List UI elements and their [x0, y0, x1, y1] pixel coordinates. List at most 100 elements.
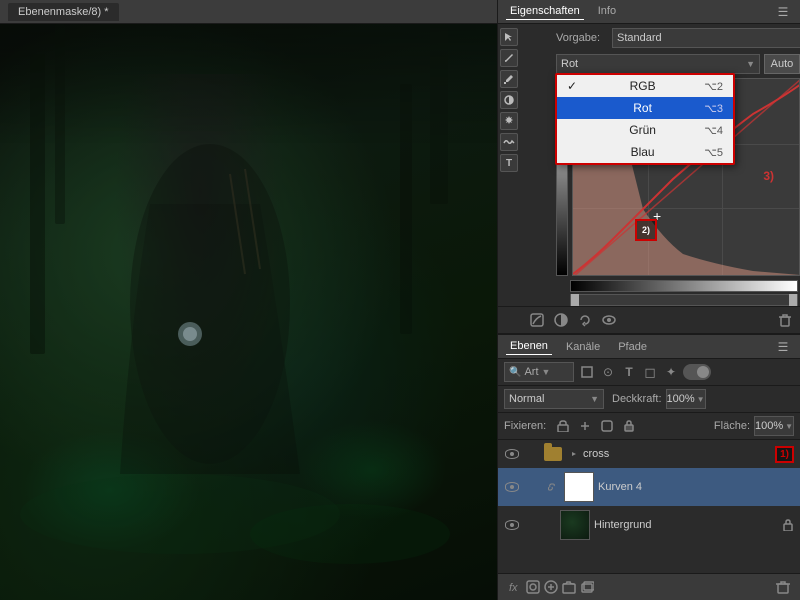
layers-tab-bar: Ebenen Kanäle Pfade ☰ [498, 335, 800, 359]
tab-eigenschaften[interactable]: Eigenschaften [506, 3, 584, 20]
folder-tab [544, 443, 552, 448]
opacity-arrow: ▼ [697, 395, 705, 404]
fill-arrow: ▼ [785, 422, 793, 431]
lock-artboard-icon[interactable] [598, 417, 616, 435]
add-layer-svg [580, 580, 594, 594]
tab-kanaele[interactable]: Kanäle [562, 339, 604, 355]
lock-icons [554, 417, 638, 435]
slider-handle-right[interactable] [789, 294, 797, 306]
canvas-tab[interactable]: Ebenenmaske/8) * [8, 3, 119, 21]
channel-option-blau-shortcut: ⌥5 [704, 146, 723, 159]
curves-edit-tool[interactable] [500, 49, 518, 67]
annotation-1-box: 1) [775, 446, 794, 463]
layer-mode-row: Normal ▼ Deckkraft: 100% ▼ [498, 386, 800, 413]
tab-pfade[interactable]: Pfade [614, 339, 651, 355]
curves-text-tool[interactable]: T [500, 154, 518, 172]
tab-ebenen[interactable]: Ebenen [506, 338, 552, 355]
lock-all-svg [623, 420, 635, 432]
fill-value[interactable]: 100% ▼ [754, 416, 794, 436]
annotation-3-label: 3) [763, 169, 774, 183]
lock-row: Fixieren: Fläche: 100% ▼ [498, 413, 800, 440]
eye-icon-action[interactable] [600, 311, 618, 329]
add-layer-icon[interactable] [578, 578, 596, 596]
group-cross-name: cross [583, 448, 771, 460]
darken-icon [503, 94, 515, 106]
blend-mode-dropdown[interactable]: Normal ▼ [504, 389, 604, 409]
curves-lighten-tool[interactable] [500, 112, 518, 130]
layer-link-kurven4[interactable] [544, 479, 560, 495]
annotation-box-2: 2) [635, 219, 657, 241]
lock-position-icon[interactable] [576, 417, 594, 435]
artboard-svg [601, 420, 613, 432]
expand-icon[interactable] [569, 449, 579, 459]
filter-icon-type[interactable]: T [620, 363, 638, 381]
layer-lock-hintergrund [782, 519, 794, 531]
curves-smooth-tool[interactable] [500, 133, 518, 151]
filter-toggle[interactable] [683, 364, 711, 380]
presets-label: Vorgabe: [556, 32, 606, 44]
channel-option-gruen-shortcut: ⌥4 [704, 124, 723, 137]
channel-dropdown[interactable]: Rot ▼ ✓ RGB ⌥2 Rot [556, 54, 760, 74]
lock-label: Fixieren: [504, 420, 546, 432]
lock-pixels-icon[interactable] [554, 417, 572, 435]
canvas-area: Ebenenmaske/8) * [0, 0, 497, 600]
layer-kurven4[interactable]: Kurven 4 [498, 468, 800, 506]
layer-visibility-cross[interactable] [504, 446, 520, 462]
panel-menu-icon[interactable]: ☰ [774, 3, 792, 21]
refresh-icon[interactable] [576, 311, 594, 329]
layer-visibility-kurven4[interactable] [504, 479, 520, 495]
eye-pupil-kurven4 [510, 485, 514, 489]
curves-darken-tool[interactable] [500, 91, 518, 109]
curves-sample-tool[interactable] [500, 70, 518, 88]
filter-icon-smart[interactable]: ✦ [662, 363, 680, 381]
add-curve-point-icon[interactable] [528, 311, 546, 329]
add-adjustment-icon[interactable] [542, 578, 560, 596]
layer-visibility-hintergrund[interactable] [504, 517, 520, 533]
folder-icon [544, 447, 562, 461]
channel-option-blau[interactable]: Blau ⌥5 [557, 141, 733, 163]
presets-dropdown[interactable]: Standard ▼ [612, 28, 800, 48]
channel-option-rot-shortcut: ⌥3 [704, 102, 723, 115]
refresh-svg [578, 313, 592, 327]
channel-option-rot[interactable]: Rot ⌥3 [557, 97, 733, 119]
eye-svg [602, 313, 616, 327]
eye-icon-hintergrund [505, 520, 519, 530]
presets-value: Standard [617, 32, 662, 44]
opacity-row: Deckkraft: 100% ▼ [612, 389, 706, 409]
fill-row: Fläche: 100% ▼ [714, 416, 794, 436]
mask-icon[interactable] [552, 311, 570, 329]
opacity-value[interactable]: 100% ▼ [666, 389, 706, 409]
properties-header: Eigenschaften Info ☰ [498, 0, 800, 24]
add-style-icon[interactable]: fx [506, 578, 524, 596]
auto-button[interactable]: Auto [764, 54, 800, 74]
slider-handle-left[interactable] [571, 294, 579, 306]
lock-pixels-svg [557, 420, 569, 432]
layer-group-cross[interactable]: cross 1) [498, 440, 800, 468]
search-icon: 🔍 [509, 367, 521, 378]
delete-layer-icon[interactable] [774, 578, 792, 596]
filter-icon-shape[interactable]: ◻ [641, 363, 659, 381]
curve-icon [530, 313, 544, 327]
channel-option-gruen[interactable]: Grün ⌥4 [557, 119, 733, 141]
layer-thumb-kurven4 [564, 472, 594, 502]
layer-hintergrund[interactable]: Hintergrund [498, 506, 800, 544]
filter-icon-pixel[interactable] [578, 363, 596, 381]
trash-icon[interactable] [776, 311, 794, 329]
curves-select-tool[interactable] [500, 28, 518, 46]
lock-all-icon[interactable] [620, 417, 638, 435]
eye-pupil-cross [510, 452, 514, 456]
blend-mode-value: Normal [509, 393, 544, 405]
tab-info[interactable]: Info [594, 3, 620, 20]
channel-dropdown-menu[interactable]: ✓ RGB ⌥2 Rot ⌥3 Grün [555, 73, 735, 165]
input-slider[interactable] [570, 294, 798, 306]
wave-icon [503, 136, 515, 148]
channel-option-gruen-label: Grün [629, 123, 656, 137]
add-mask-icon[interactable] [524, 578, 542, 596]
toggle-handle [697, 366, 709, 378]
filter-box[interactable]: 🔍 Art ▼ [504, 362, 574, 382]
add-group-icon[interactable] [560, 578, 578, 596]
channel-option-rgb[interactable]: ✓ RGB ⌥2 [557, 75, 733, 97]
channel-value: Rot [561, 58, 578, 70]
layers-menu-icon[interactable]: ☰ [774, 338, 792, 356]
filter-icon-adjust[interactable]: ⊙ [599, 363, 617, 381]
